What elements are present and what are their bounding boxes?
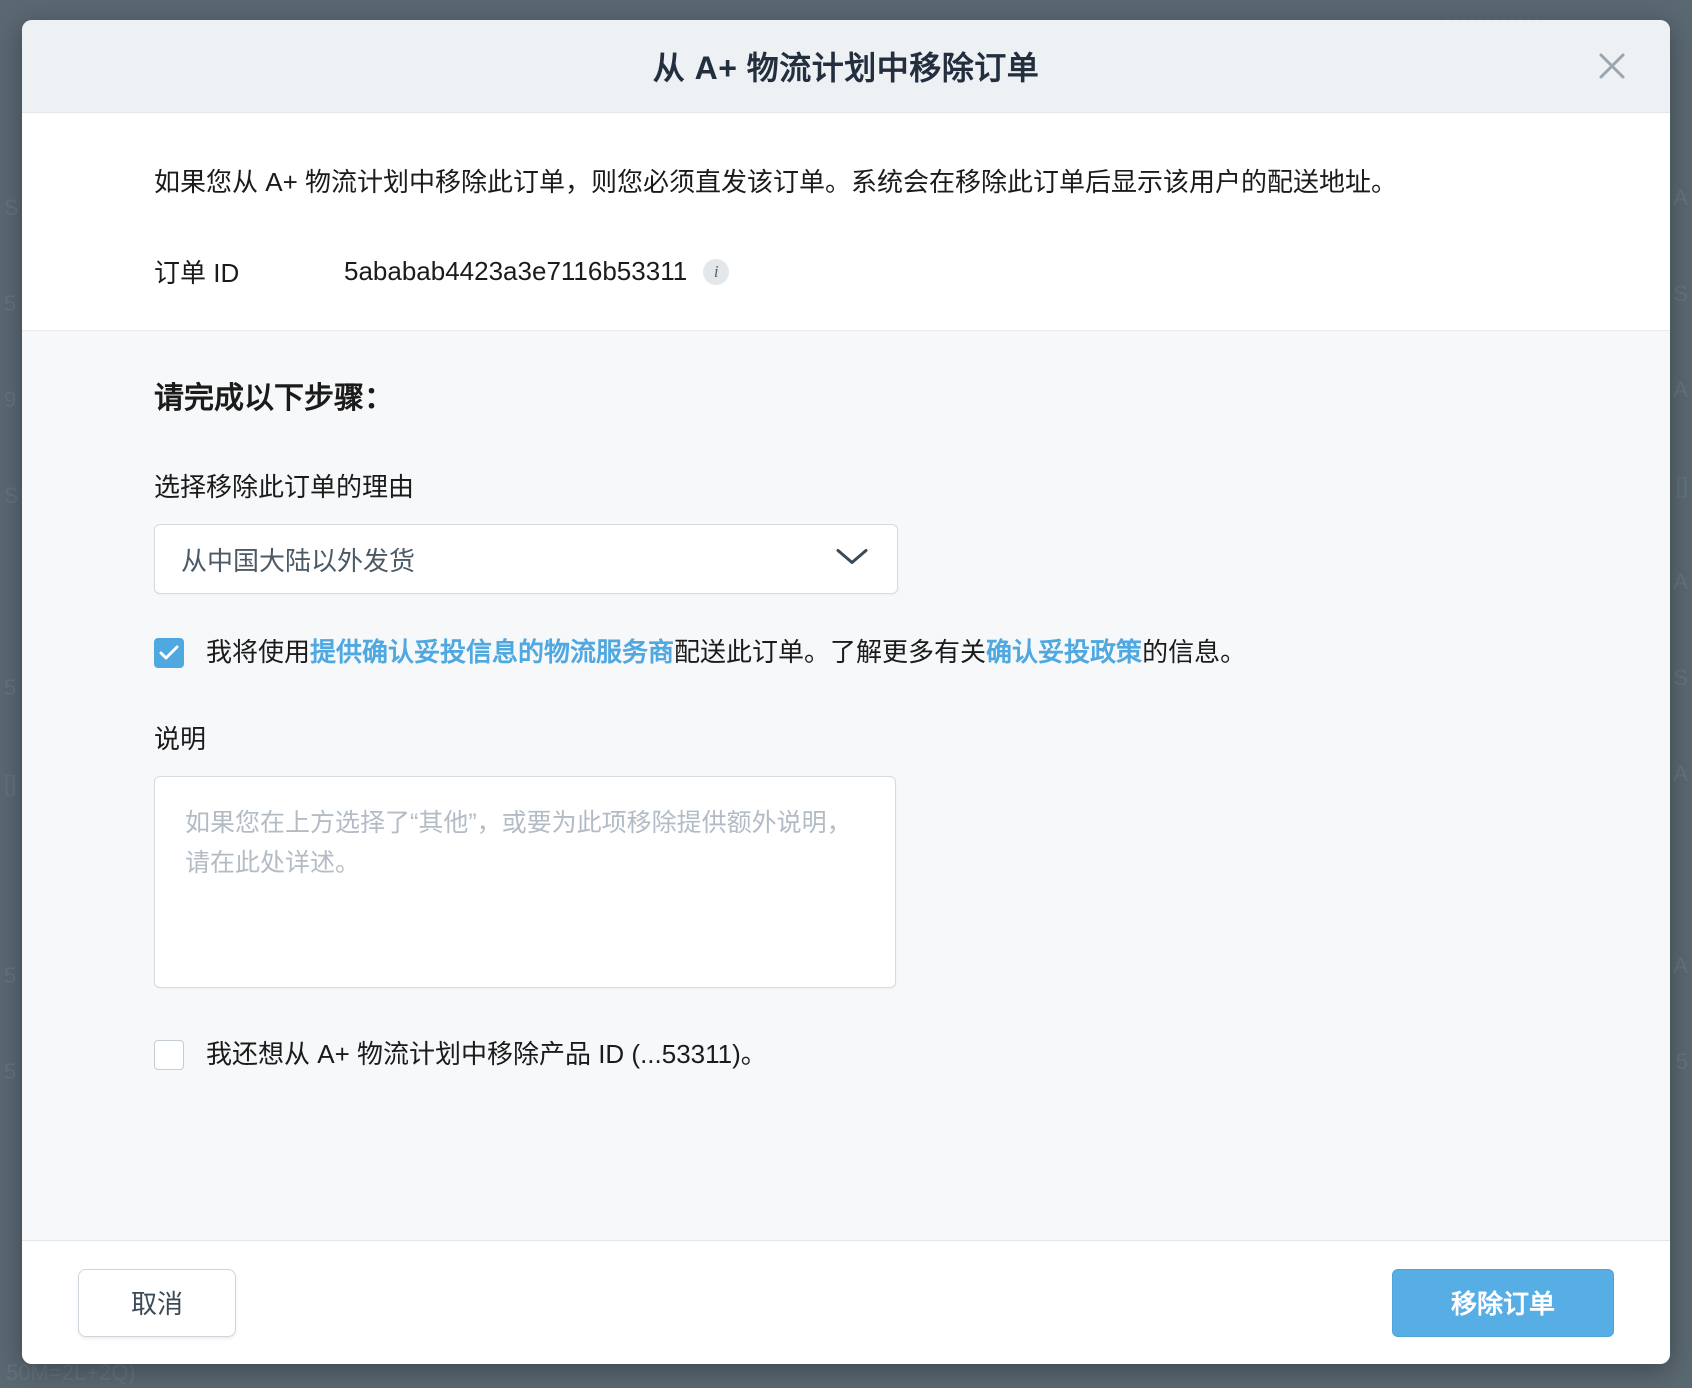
intro-section: 如果您从 A+ 物流计划中移除此订单，则您必须直发该订单。系统会在移除此订单后显… — [22, 113, 1670, 332]
policy-link[interactable]: 确认妥投政策 — [986, 637, 1142, 667]
confirmation-text-2: 配送此订单。了解更多有关 — [674, 637, 987, 668]
remove-product-label: 我还想从 A+ 物流计划中移除产品 ID (...53311)。 — [206, 1038, 767, 1069]
background-left-column: S 5 9 S 5[] 5 5 — [4, 195, 19, 1084]
reason-label: 选择移除此订单的理由 — [154, 472, 415, 503]
description-input[interactable]: 如果您在上方选择了“其他”，或要为此项移除提供额外说明，请在此处详述。 — [154, 775, 896, 988]
description-label: 说明 — [154, 723, 207, 754]
remove-product-checkbox-row[interactable]: 我还想从 A+ 物流计划中移除产品 ID (...53311)。 — [154, 1036, 1610, 1072]
confirmation-checkbox[interactable] — [154, 638, 184, 669]
confirmation-text-1: 我将使用 — [206, 637, 311, 668]
close-icon[interactable] — [1590, 44, 1634, 88]
order-id-label: 订单 ID — [154, 258, 240, 289]
cancel-button[interactable]: 取消 — [78, 1268, 236, 1337]
remove-product-checkbox[interactable] — [154, 1039, 184, 1070]
page-title: 从 A+ 物流计划中移除订单 — [652, 50, 1040, 86]
steps-heading: 请完成以下步骤： — [154, 382, 394, 416]
confirmation-label: 我将使用提供确认妥投信息的物流服务商配送此订单。了解更多有关确认妥投政策的信息。 — [206, 634, 1246, 670]
order-id-value: 5ababab4423a3e7116b53311 — [344, 256, 688, 287]
reason-select-value: 从中国大陆以外发货 — [181, 545, 416, 576]
carrier-link[interactable]: 提供确认妥投信息的物流服务商 — [310, 637, 674, 667]
remove-order-modal: 从 A+ 物流计划中移除订单 如果您从 A+ 物流计划中移除此订单，则您必须直发… — [22, 20, 1670, 1364]
description-placeholder: 如果您在上方选择了“其他”，或要为此项移除提供额外说明，请在此处详述。 — [185, 808, 852, 877]
order-id-row: 订单 ID 5ababab4423a3e7116b53311 i — [154, 253, 1610, 290]
steps-section: 请完成以下步骤： 选择移除此订单的理由 从中国大陆以外发货 我将使用提供确认妥投… — [22, 331, 1670, 1240]
modal-footer: 取消 移除订单 — [22, 1240, 1670, 1364]
intro-paragraph: 如果您从 A+ 物流计划中移除此订单，则您必须直发该订单。系统会在移除此订单后显… — [154, 167, 1397, 197]
confirmation-text-3: 的信息。 — [1142, 637, 1247, 668]
chevron-down-icon — [835, 547, 869, 572]
reason-select[interactable]: 从中国大陆以外发货 — [154, 524, 898, 595]
confirmation-checkbox-row[interactable]: 我将使用提供确认妥投信息的物流服务商配送此订单。了解更多有关确认妥投政策的信息。 — [154, 634, 1610, 670]
info-icon[interactable]: i — [703, 258, 730, 285]
background-right-column: A S A[] A S A A 5 — [1673, 185, 1688, 1074]
remove-order-button[interactable]: 移除订单 — [1392, 1268, 1614, 1337]
modal-header: 从 A+ 物流计划中移除订单 — [22, 20, 1670, 113]
